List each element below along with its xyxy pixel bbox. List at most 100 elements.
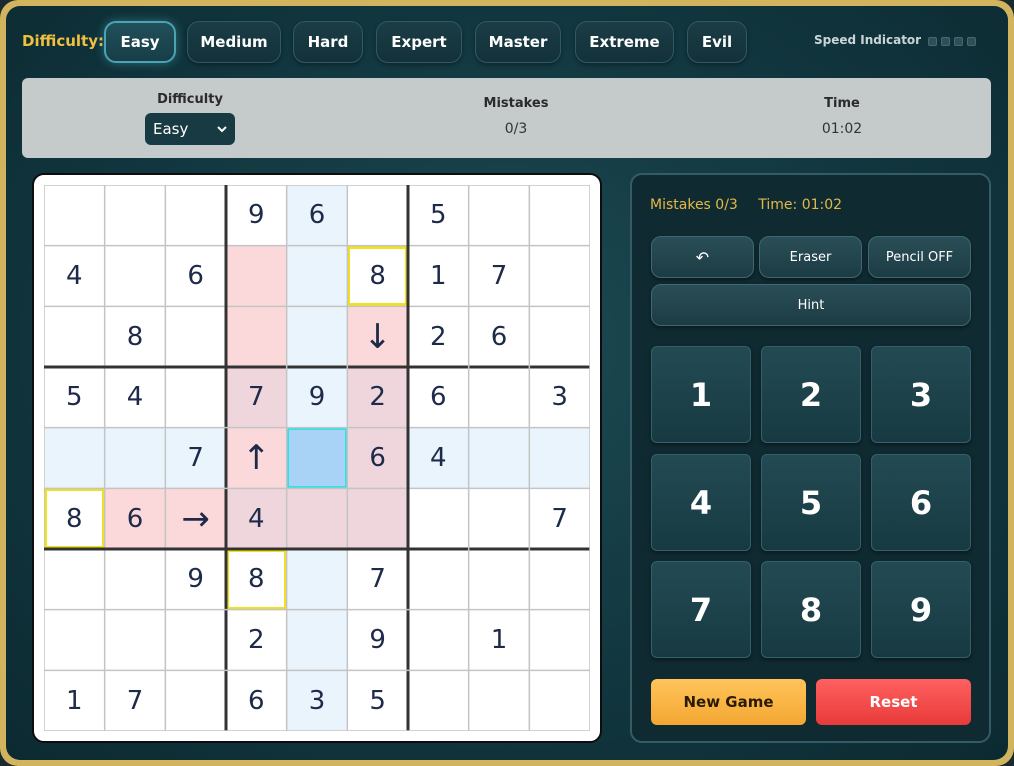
sudoku-cell[interactable]: 8 — [347, 245, 408, 307]
difficulty-expert-button[interactable]: Expert — [376, 21, 462, 63]
sudoku-cell[interactable] — [408, 609, 469, 671]
difficulty-medium-button[interactable]: Medium — [187, 21, 281, 63]
sudoku-cell[interactable] — [286, 245, 348, 307]
sudoku-cell[interactable] — [286, 488, 348, 549]
number-button-6[interactable]: 6 — [871, 454, 971, 551]
sudoku-cell[interactable]: 8 — [226, 549, 287, 610]
sudoku-cell[interactable] — [347, 185, 408, 246]
sudoku-cell[interactable]: 7 — [347, 549, 408, 610]
sudoku-cell[interactable]: 1 — [408, 245, 469, 307]
sudoku-cell[interactable] — [104, 549, 166, 610]
sudoku-cell[interactable]: 1 — [468, 609, 530, 671]
pencil-toggle-button[interactable]: Pencil OFF — [868, 236, 971, 278]
sudoku-cell[interactable]: 1 — [44, 670, 105, 731]
sudoku-cell[interactable]: 9 — [347, 609, 408, 671]
undo-button[interactable]: ↶ — [651, 236, 754, 278]
hint-button[interactable]: Hint — [651, 284, 971, 326]
sudoku-cell[interactable] — [408, 670, 469, 731]
sudoku-cell[interactable] — [408, 488, 469, 549]
sudoku-cell[interactable]: 4 — [104, 367, 166, 428]
sudoku-cell[interactable] — [529, 306, 590, 367]
sudoku-cell[interactable]: 6 — [408, 367, 469, 428]
sudoku-cell[interactable]: 7 — [226, 367, 287, 428]
sudoku-cell[interactable]: 5 — [408, 185, 469, 246]
eraser-button[interactable]: Eraser — [759, 236, 862, 278]
sudoku-cell[interactable] — [468, 549, 530, 610]
sudoku-cell[interactable] — [529, 185, 590, 246]
sudoku-cell[interactable] — [104, 609, 166, 671]
sudoku-cell[interactable]: → — [165, 488, 226, 549]
difficulty-select[interactable]: Easy — [145, 113, 235, 145]
sudoku-cell[interactable]: 4 — [44, 245, 105, 307]
sudoku-cell[interactable]: 7 — [165, 427, 226, 489]
sudoku-cell[interactable] — [468, 367, 530, 428]
sudoku-cell[interactable]: 6 — [104, 488, 166, 549]
reset-button[interactable]: Reset — [816, 679, 971, 725]
sudoku-cell[interactable] — [226, 245, 287, 307]
difficulty-extreme-button[interactable]: Extreme — [575, 21, 674, 63]
sudoku-cell[interactable] — [104, 185, 166, 246]
sudoku-cell[interactable]: 6 — [226, 670, 287, 731]
sudoku-cell[interactable] — [529, 549, 590, 610]
sudoku-cell[interactable]: 5 — [44, 367, 105, 428]
sudoku-cell[interactable]: 2 — [408, 306, 469, 367]
sudoku-cell[interactable] — [468, 488, 530, 549]
sudoku-cell[interactable]: 9 — [286, 367, 348, 428]
sudoku-cell[interactable]: 6 — [347, 427, 408, 489]
sudoku-cell[interactable] — [286, 609, 348, 671]
sudoku-cell[interactable]: 6 — [468, 306, 530, 367]
sudoku-cell[interactable] — [286, 306, 348, 367]
new-game-button[interactable]: New Game — [651, 679, 806, 725]
difficulty-evil-button[interactable]: Evil — [687, 21, 747, 63]
difficulty-easy-button[interactable]: Easy — [104, 21, 176, 63]
sudoku-cell[interactable]: ↓ — [347, 306, 408, 367]
difficulty-master-button[interactable]: Master — [475, 21, 561, 63]
sudoku-cell[interactable] — [408, 549, 469, 610]
sudoku-cell[interactable]: 9 — [165, 549, 226, 610]
number-button-7[interactable]: 7 — [651, 561, 751, 658]
difficulty-hard-button[interactable]: Hard — [293, 21, 363, 63]
sudoku-cell[interactable]: 3 — [286, 670, 348, 731]
sudoku-cell[interactable] — [468, 427, 530, 489]
sudoku-cell[interactable]: 8 — [104, 306, 166, 367]
sudoku-cell[interactable] — [44, 306, 105, 367]
sudoku-cell[interactable] — [44, 427, 105, 489]
sudoku-cell[interactable] — [347, 488, 408, 549]
sudoku-cell[interactable] — [529, 427, 590, 489]
number-button-1[interactable]: 1 — [651, 346, 751, 443]
sudoku-cell[interactable] — [104, 245, 166, 307]
number-button-4[interactable]: 4 — [651, 454, 751, 551]
sudoku-cell[interactable]: 4 — [408, 427, 469, 489]
sudoku-cell[interactable] — [468, 185, 530, 246]
sudoku-cell[interactable]: 9 — [226, 185, 287, 246]
number-button-3[interactable]: 3 — [871, 346, 971, 443]
sudoku-cell[interactable] — [286, 427, 348, 489]
sudoku-cell[interactable]: ↑ — [226, 427, 287, 489]
sudoku-cell[interactable]: 8 — [44, 488, 105, 549]
sudoku-cell[interactable] — [468, 670, 530, 731]
sudoku-cell[interactable] — [165, 367, 226, 428]
sudoku-cell[interactable]: 5 — [347, 670, 408, 731]
sudoku-cell[interactable] — [226, 306, 287, 367]
sudoku-cell[interactable] — [165, 609, 226, 671]
sudoku-cell[interactable]: 6 — [165, 245, 226, 307]
sudoku-cell[interactable] — [165, 670, 226, 731]
sudoku-cell[interactable] — [104, 427, 166, 489]
number-button-2[interactable]: 2 — [761, 346, 861, 443]
number-button-9[interactable]: 9 — [871, 561, 971, 658]
sudoku-cell[interactable] — [529, 670, 590, 731]
sudoku-cell[interactable]: 7 — [104, 670, 166, 731]
sudoku-cell[interactable] — [529, 609, 590, 671]
sudoku-cell[interactable] — [165, 185, 226, 246]
sudoku-cell[interactable]: 2 — [226, 609, 287, 671]
sudoku-cell[interactable] — [44, 549, 105, 610]
sudoku-cell[interactable] — [44, 609, 105, 671]
sudoku-cell[interactable]: 2 — [347, 367, 408, 428]
sudoku-cell[interactable] — [165, 306, 226, 367]
sudoku-cell[interactable] — [529, 245, 590, 307]
sudoku-cell[interactable]: 4 — [226, 488, 287, 549]
sudoku-cell[interactable] — [44, 185, 105, 246]
sudoku-cell[interactable]: 3 — [529, 367, 590, 428]
number-button-5[interactable]: 5 — [761, 454, 861, 551]
sudoku-cell[interactable]: 6 — [286, 185, 348, 246]
